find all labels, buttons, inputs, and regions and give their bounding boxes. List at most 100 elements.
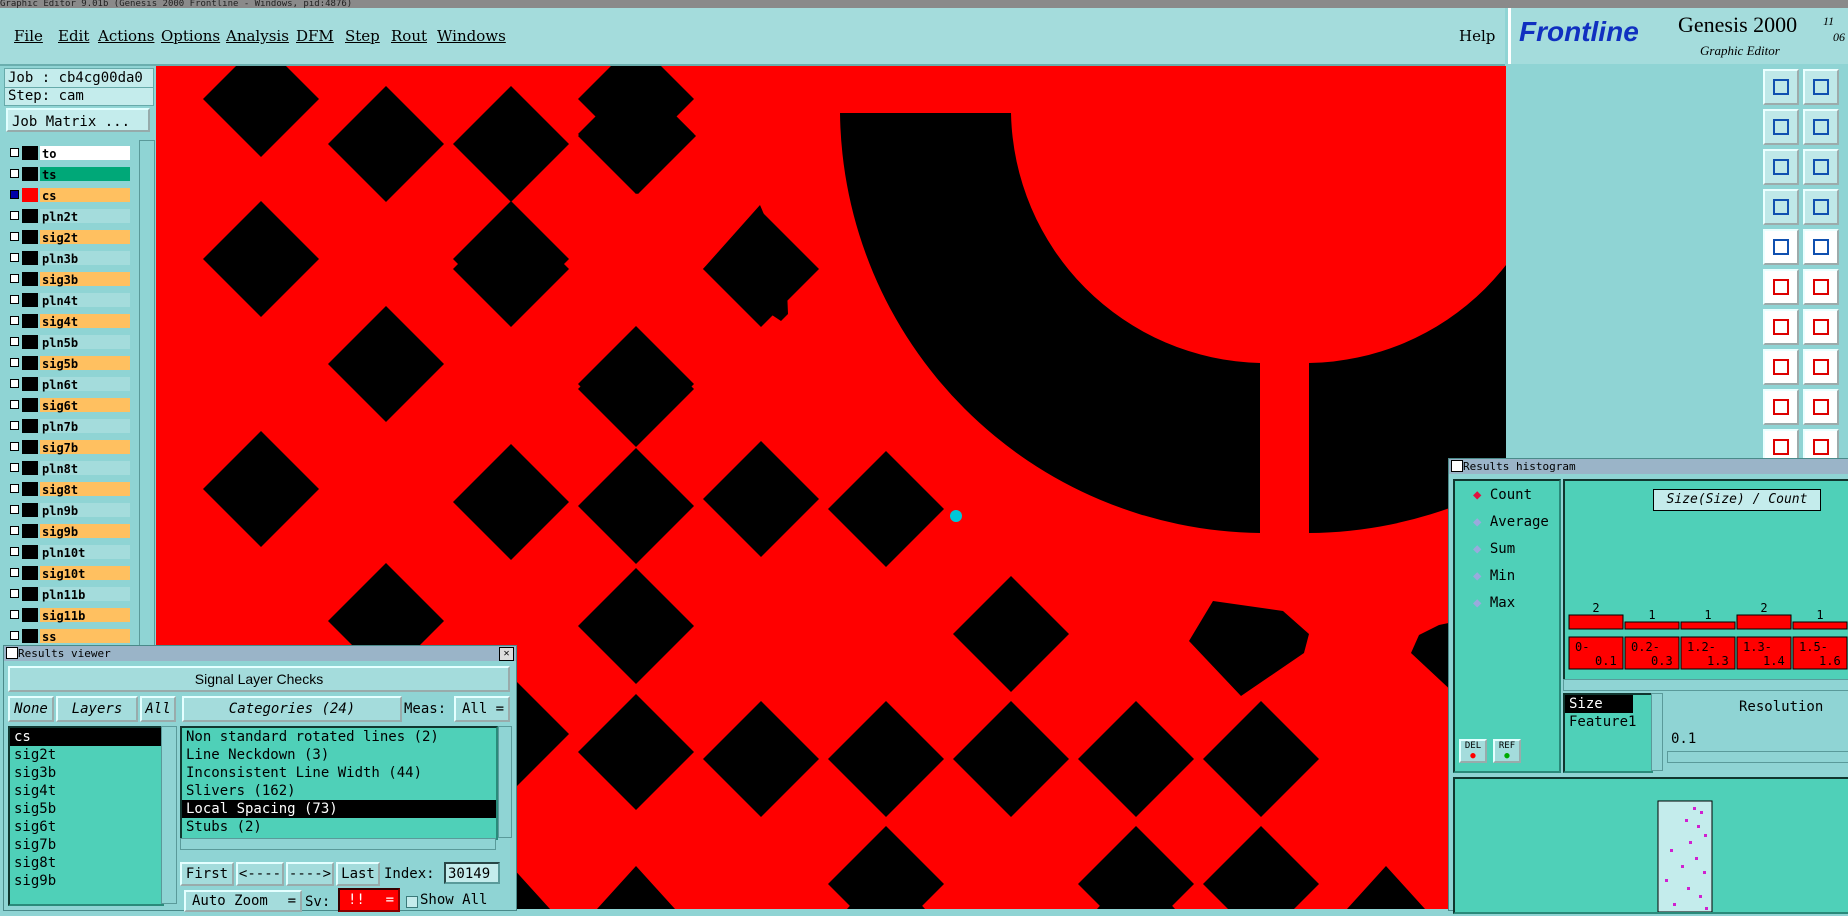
layer-checkbox[interactable] (10, 274, 19, 283)
layer-row-cs[interactable]: cs (8, 187, 130, 203)
paste-icon[interactable] (1803, 69, 1839, 105)
layer-checkbox[interactable] (10, 526, 19, 535)
menu-edit[interactable]: Edit (58, 27, 89, 45)
layer-checkbox[interactable] (10, 316, 19, 325)
layer-name[interactable]: sig11b (40, 608, 130, 623)
layer-checkbox[interactable] (10, 253, 19, 262)
layer-row-sig9b[interactable]: sig9b (8, 523, 130, 539)
results-layer-item[interactable]: sig9b (10, 872, 162, 890)
layer-row-sig6t[interactable]: sig6t (8, 397, 130, 413)
all-button[interactable]: All (140, 696, 176, 722)
arrow-icon[interactable] (1803, 309, 1839, 345)
measure-icon[interactable] (1803, 349, 1839, 385)
layer-row-sig11b[interactable]: sig11b (8, 607, 130, 623)
alert-icon[interactable] (1803, 389, 1839, 425)
last-button[interactable]: Last (336, 862, 380, 886)
results-layer-scrollbar[interactable] (161, 726, 177, 904)
snap-icon[interactable] (1763, 189, 1799, 225)
move-icon[interactable] (1763, 69, 1799, 105)
severity-select[interactable]: !! = (338, 888, 400, 912)
menu-actions[interactable]: Actions (98, 27, 154, 45)
layer-row-sig4t[interactable]: sig4t (8, 313, 130, 329)
layer-name[interactable]: sig10t (40, 566, 130, 581)
layer-name[interactable]: pln7b (40, 419, 130, 434)
layer-list-scrollbar[interactable] (139, 140, 155, 647)
layer-row-sig5b[interactable]: sig5b (8, 355, 130, 371)
category-item[interactable]: Inconsistent Line Width (44) (182, 764, 496, 782)
layer-name[interactable]: sig3b (40, 272, 130, 287)
layer-name[interactable]: pln8t (40, 461, 130, 476)
categories-hscrollbar[interactable] (180, 838, 496, 850)
show-all-checkbox[interactable] (406, 896, 418, 908)
select-icon[interactable] (1763, 229, 1799, 265)
layer-checkbox[interactable] (10, 400, 19, 409)
histogram-bar[interactable] (1624, 621, 1680, 630)
category-item[interactable]: Slivers (162) (182, 782, 496, 800)
menu-windows[interactable]: Windows (437, 27, 506, 45)
category-item[interactable]: Non standard rotated lines (2) (182, 728, 496, 746)
none-button[interactable]: None (8, 696, 54, 722)
layer-name[interactable]: pln11b (40, 587, 130, 602)
layer-name[interactable]: sig4t (40, 314, 130, 329)
menu-rout[interactable]: Rout (391, 27, 427, 45)
layer-row-sig8t[interactable]: sig8t (8, 481, 130, 497)
field-list[interactable]: Size Feature1 (1563, 693, 1653, 773)
layer-checkbox[interactable] (10, 295, 19, 304)
window-menu-icon[interactable] (6, 647, 18, 659)
mode-radio-count[interactable]: ◆ Count (1473, 487, 1532, 503)
layer-name[interactable]: sig2t (40, 230, 130, 245)
layer-row-pln9b[interactable]: pln9b (8, 502, 130, 518)
mode-radio-average[interactable]: ◆ Average (1473, 514, 1549, 530)
layer-row-pln3b[interactable]: pln3b (8, 250, 130, 266)
mode-radio-min[interactable]: ◆ Min (1473, 568, 1515, 584)
draw-icon[interactable] (1803, 229, 1839, 265)
layer-name[interactable]: pln5b (40, 335, 130, 350)
histogram-bar[interactable] (1792, 621, 1848, 630)
layer-name[interactable]: sig6t (40, 398, 130, 413)
layer-checkbox[interactable] (10, 232, 19, 241)
field-item[interactable]: Feature1 (1565, 713, 1651, 731)
close-icon[interactable]: ✕ (499, 647, 514, 661)
menu-help[interactable]: Help (1459, 27, 1495, 45)
layer-name[interactable]: to (40, 146, 130, 161)
layer-checkbox[interactable] (10, 505, 19, 514)
layer-row-pln8t[interactable]: pln8t (8, 460, 130, 476)
layer-name[interactable]: pln9b (40, 503, 130, 518)
layer-checkbox[interactable] (10, 442, 19, 451)
layer-checkbox[interactable] (10, 484, 19, 493)
layer-row-to[interactable]: to (8, 145, 130, 161)
layer-name[interactable]: pln6t (40, 377, 130, 392)
field-item[interactable]: Size (1565, 695, 1633, 713)
route-icon[interactable] (1763, 269, 1799, 305)
results-layer-item[interactable]: sig2t (10, 746, 162, 764)
layer-row-pln6t[interactable]: pln6t (8, 376, 130, 392)
histogram-bar[interactable] (1736, 614, 1792, 630)
menu-options[interactable]: Options (161, 27, 220, 45)
previous-button[interactable]: <---- (236, 862, 284, 886)
layer-checkbox[interactable] (10, 610, 19, 619)
layer-row-ss[interactable]: ss (8, 628, 130, 644)
layer-name[interactable]: pln4t (40, 293, 130, 308)
layer-name[interactable]: sig5b (40, 356, 130, 371)
layer-checkbox[interactable] (10, 463, 19, 472)
menu-dfm[interactable]: DFM (296, 27, 334, 45)
ref-button[interactable]: REF ● (1493, 739, 1521, 763)
menu-analysis[interactable]: Analysis (226, 27, 289, 45)
field-list-scrollbar[interactable] (1651, 693, 1663, 771)
layer-checkbox[interactable] (10, 169, 19, 178)
layer-row-sig2t[interactable]: sig2t (8, 229, 130, 245)
center-icon[interactable] (1803, 149, 1839, 185)
layer-name[interactable]: pln10t (40, 545, 130, 560)
results-layer-item[interactable]: sig6t (10, 818, 162, 836)
first-button[interactable]: First (180, 862, 234, 886)
triangle-icon[interactable] (1763, 389, 1799, 425)
layer-row-pln11b[interactable]: pln11b (8, 586, 130, 602)
layer-row-pln5b[interactable]: pln5b (8, 334, 130, 350)
resolution-slider[interactable] (1667, 751, 1848, 763)
layer-checkbox[interactable] (10, 589, 19, 598)
layer-name[interactable]: cs (40, 188, 130, 203)
results-layer-item[interactable]: sig3b (10, 764, 162, 782)
layer-row-pln2t[interactable]: pln2t (8, 208, 130, 224)
fit-icon[interactable] (1763, 149, 1799, 185)
index-field[interactable]: 30149 (444, 862, 500, 884)
